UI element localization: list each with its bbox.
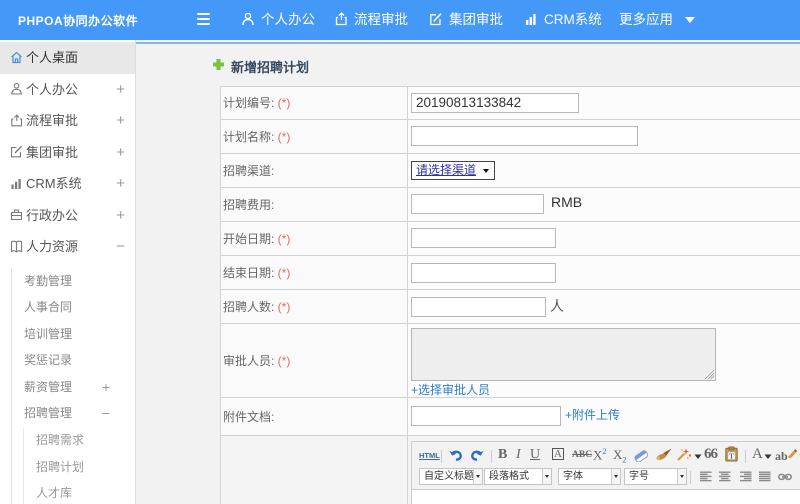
svg-text:T: T	[729, 451, 734, 460]
